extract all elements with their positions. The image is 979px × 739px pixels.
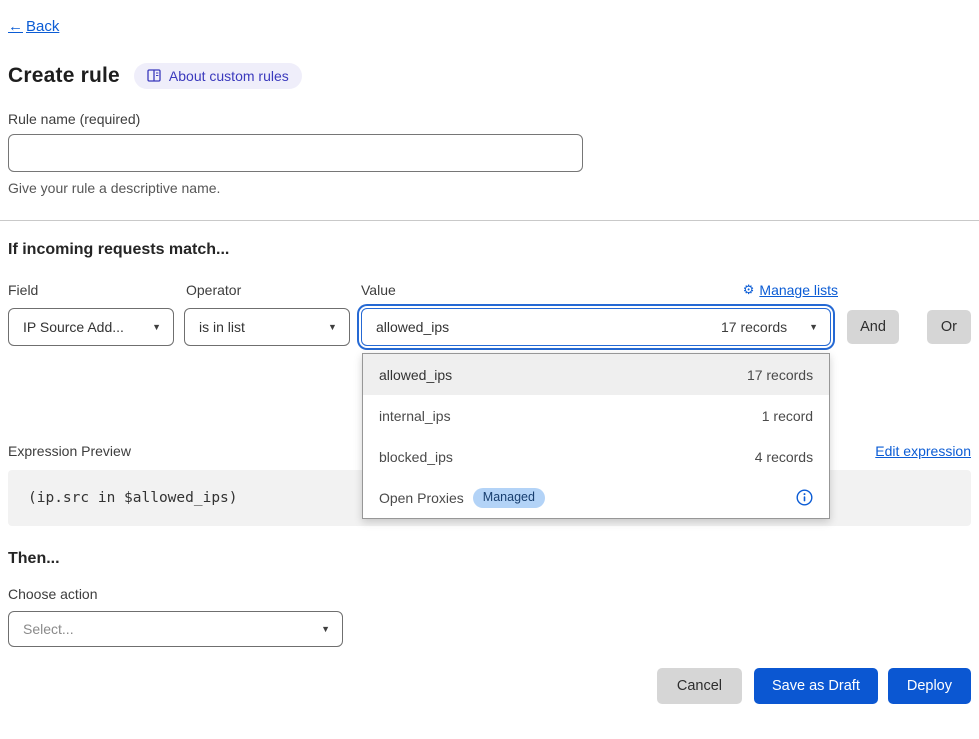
list-option-internal-ips[interactable]: internal_ips 1 record [363,395,829,436]
book-icon [147,69,162,83]
manage-lists-link[interactable]: ⚙ Manage lists [743,282,838,298]
or-button[interactable]: Or [927,310,971,344]
list-option-allowed-ips[interactable]: allowed_ips 17 records [363,354,829,395]
value-select[interactable]: allowed_ips 17 records ▼ [361,308,831,346]
value-label: Value [361,282,396,298]
deploy-button[interactable]: Deploy [888,668,971,704]
operator-label: Operator [186,282,361,298]
back-label: Back [26,18,59,35]
action-select[interactable]: Select... ▼ [8,611,343,647]
footer-actions: Cancel Save as Draft Deploy [8,668,971,704]
list-option-blocked-ips[interactable]: blocked_ips 4 records [363,436,829,477]
and-button[interactable]: And [847,310,899,344]
lists-dropdown-panel: allowed_ips 17 records internal_ips 1 re… [362,353,830,519]
list-record-count: 4 records [755,449,813,465]
field-label: Field [8,282,186,298]
field-select[interactable]: IP Source Add... ▼ [8,308,174,346]
cancel-button[interactable]: Cancel [657,668,742,704]
field-select-value: IP Source Add... [23,319,124,335]
value-select-value: allowed_ips [376,319,449,335]
action-select-placeholder: Select... [23,621,74,637]
list-record-count: 17 records [747,367,813,383]
then-section-heading: Then... [8,550,971,568]
info-icon[interactable] [796,489,813,506]
match-selects-row: IP Source Add... ▼ is in list ▼ allowed_… [8,308,971,346]
rule-name-block: Rule name (required) Give your rule a de… [8,111,971,196]
chevron-down-icon: ▼ [318,322,337,332]
rule-name-label: Rule name (required) [8,111,140,127]
about-link-label: About custom rules [169,68,289,84]
operator-select[interactable]: is in list ▼ [184,308,350,346]
rule-name-helper: Give your rule a descriptive name. [8,180,971,196]
rule-name-input[interactable] [8,134,583,172]
operator-select-value: is in list [199,319,245,335]
chevron-down-icon: ▼ [142,322,161,332]
match-section-heading: If incoming requests match... [8,241,971,259]
create-rule-page: ←Back Create rule About custom rules Rul… [0,0,979,704]
back-link[interactable]: ←Back [8,18,59,35]
list-name: allowed_ips [379,367,452,383]
chevron-down-icon: ▼ [799,322,818,332]
match-labels-row: Field Operator Value ⚙ Manage lists [8,282,971,298]
list-option-open-proxies[interactable]: Open Proxies Managed [363,477,829,518]
list-name: internal_ips [379,408,451,424]
gear-icon: ⚙ [743,282,755,298]
title-row: Create rule About custom rules [8,63,971,89]
list-record-count: 1 record [762,408,813,424]
edit-expression-link[interactable]: Edit expression [875,443,971,459]
list-name: blocked_ips [379,449,453,465]
manage-lists-label: Manage lists [759,282,838,298]
back-arrow-icon: ← [8,18,23,35]
choose-action-label: Choose action [8,586,971,602]
page-title: Create rule [8,64,120,88]
section-divider [0,220,979,221]
value-select-records: 17 records [721,319,787,335]
list-name: Open Proxies [379,490,464,506]
value-select-wrap: allowed_ips 17 records ▼ allowed_ips 17 … [361,308,831,346]
about-custom-rules-link[interactable]: About custom rules [134,63,302,89]
chevron-down-icon: ▼ [311,624,330,634]
managed-badge: Managed [473,488,545,508]
expression-preview-label: Expression Preview [8,443,131,459]
save-as-draft-button[interactable]: Save as Draft [754,668,878,704]
